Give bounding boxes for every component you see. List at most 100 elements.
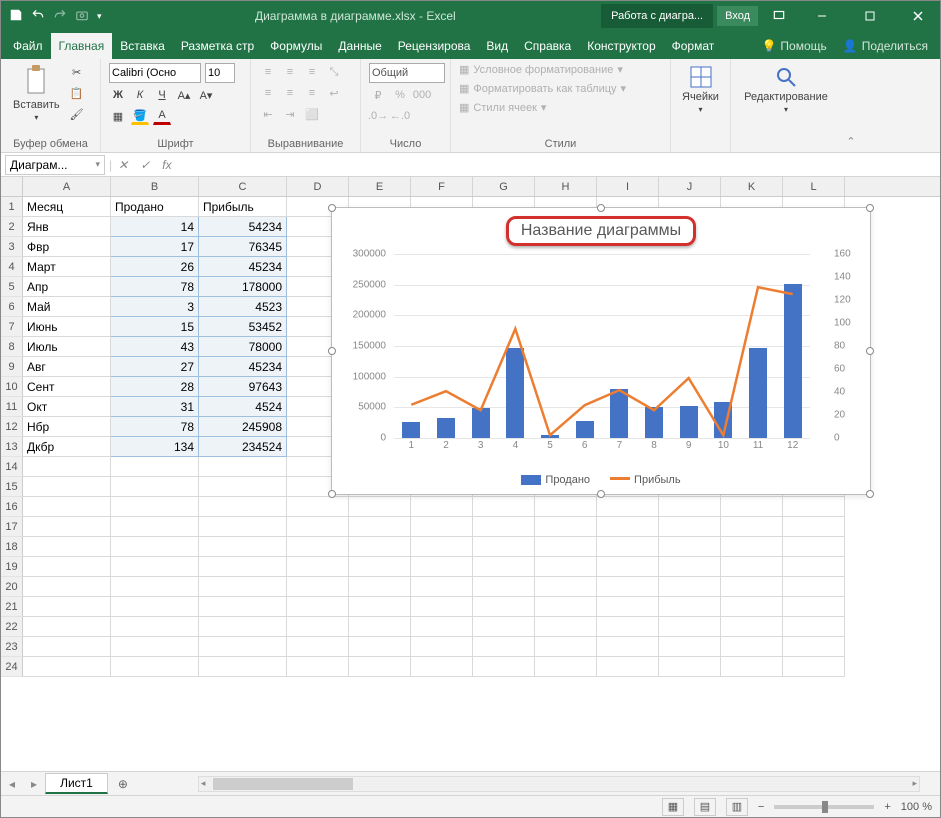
cell[interactable]	[111, 537, 199, 557]
tab-view[interactable]: Вид	[478, 33, 516, 59]
cell[interactable]	[23, 597, 111, 617]
cell[interactable]: 54234	[199, 217, 287, 237]
cell[interactable]	[349, 497, 411, 517]
horizontal-scrollbar[interactable]: ◂▸	[198, 776, 920, 792]
cell[interactable]	[721, 497, 783, 517]
font-name-combo[interactable]	[109, 63, 201, 83]
cell[interactable]: Июнь	[23, 317, 111, 337]
cells-button[interactable]: Ячейки▾	[679, 63, 722, 116]
cell[interactable]	[23, 497, 111, 517]
cell[interactable]: 178000	[199, 277, 287, 297]
comma-icon[interactable]: 000	[413, 86, 431, 104]
tab-file[interactable]: Файл	[5, 33, 51, 59]
tell-me[interactable]: 💡Помощь	[753, 33, 834, 59]
cell[interactable]	[721, 517, 783, 537]
cell[interactable]	[597, 657, 659, 677]
paste-button[interactable]: Вставить▾	[9, 63, 64, 124]
row-header[interactable]: 22	[1, 617, 23, 637]
cell[interactable]	[287, 537, 349, 557]
cell[interactable]	[287, 577, 349, 597]
row-header[interactable]: 21	[1, 597, 23, 617]
cell[interactable]	[287, 617, 349, 637]
cell[interactable]	[411, 617, 473, 637]
cell[interactable]	[111, 657, 199, 677]
cell[interactable]	[287, 597, 349, 617]
zoom-level[interactable]: 100 %	[901, 801, 932, 813]
row-header[interactable]: 19	[1, 557, 23, 577]
cell[interactable]	[783, 557, 845, 577]
tab-data[interactable]: Данные	[330, 33, 389, 59]
column-header[interactable]: A	[23, 177, 111, 196]
row-header[interactable]: 9	[1, 357, 23, 377]
indent-dec-icon[interactable]: ⇤	[259, 105, 277, 123]
cell[interactable]	[23, 657, 111, 677]
cell[interactable]	[597, 517, 659, 537]
cell[interactable]: 17	[111, 237, 199, 257]
cell[interactable]	[411, 497, 473, 517]
tab-design[interactable]: Конструктор	[579, 33, 663, 59]
row-header[interactable]: 10	[1, 377, 23, 397]
line-series[interactable]	[411, 287, 792, 435]
format-as-table[interactable]: ▦ Форматировать как таблицу ▾	[459, 82, 662, 95]
page-break-view-icon[interactable]: ▥	[726, 798, 748, 816]
cell[interactable]: 76345	[199, 237, 287, 257]
row-header[interactable]: 23	[1, 637, 23, 657]
cell[interactable]	[111, 597, 199, 617]
cell[interactable]	[597, 637, 659, 657]
cell[interactable]: Март	[23, 257, 111, 277]
row-header[interactable]: 4	[1, 257, 23, 277]
row-header[interactable]: 18	[1, 537, 23, 557]
cell[interactable]	[411, 557, 473, 577]
cell[interactable]	[23, 537, 111, 557]
embedded-chart[interactable]: Название диаграммы 050000100000150000200…	[331, 207, 871, 495]
cell[interactable]	[111, 577, 199, 597]
cell[interactable]	[535, 537, 597, 557]
align-left-icon[interactable]: ≡	[259, 84, 277, 102]
row-header[interactable]: 12	[1, 417, 23, 437]
cell[interactable]	[721, 537, 783, 557]
cell[interactable]: 27	[111, 357, 199, 377]
page-layout-view-icon[interactable]: ▤	[694, 798, 716, 816]
cell[interactable]	[111, 617, 199, 637]
cell[interactable]	[287, 497, 349, 517]
cell[interactable]	[597, 537, 659, 557]
cell[interactable]	[473, 497, 535, 517]
italic-button[interactable]: К	[131, 86, 149, 104]
cell[interactable]: Апр	[23, 277, 111, 297]
cell[interactable]	[199, 517, 287, 537]
row-header[interactable]: 17	[1, 517, 23, 537]
cell[interactable]: 245908	[199, 417, 287, 437]
cell[interactable]: Июль	[23, 337, 111, 357]
cell[interactable]: 3	[111, 297, 199, 317]
cell[interactable]: 28	[111, 377, 199, 397]
cell[interactable]	[473, 537, 535, 557]
cell[interactable]: Дкбр	[23, 437, 111, 457]
chart-title[interactable]: Название диаграммы	[506, 216, 696, 246]
zoom-slider[interactable]	[774, 805, 874, 809]
cell[interactable]	[783, 537, 845, 557]
row-header[interactable]: 24	[1, 657, 23, 677]
cell[interactable]	[349, 657, 411, 677]
cell[interactable]	[473, 657, 535, 677]
font-size-combo[interactable]	[205, 63, 235, 83]
fill-color-icon[interactable]: 🪣	[131, 107, 149, 125]
row-header[interactable]: 2	[1, 217, 23, 237]
tab-review[interactable]: Рецензирова	[390, 33, 479, 59]
new-sheet-icon[interactable]: ⊕	[108, 777, 138, 791]
column-header[interactable]: C	[199, 177, 287, 196]
column-header[interactable]: K	[721, 177, 783, 196]
cell[interactable]	[659, 637, 721, 657]
cell-styles[interactable]: ▦ Стили ячеек ▾	[459, 101, 662, 114]
cell[interactable]	[659, 657, 721, 677]
cell[interactable]: 26	[111, 257, 199, 277]
cell[interactable]	[111, 637, 199, 657]
row-header[interactable]: 5	[1, 277, 23, 297]
cell[interactable]	[23, 577, 111, 597]
conditional-formatting[interactable]: ▦ Условное форматирование ▾	[459, 63, 662, 76]
cell[interactable]: 78	[111, 277, 199, 297]
cell[interactable]: Окт	[23, 397, 111, 417]
cell[interactable]	[535, 637, 597, 657]
cell[interactable]	[23, 637, 111, 657]
cell[interactable]	[783, 637, 845, 657]
formula-input[interactable]	[178, 155, 940, 175]
